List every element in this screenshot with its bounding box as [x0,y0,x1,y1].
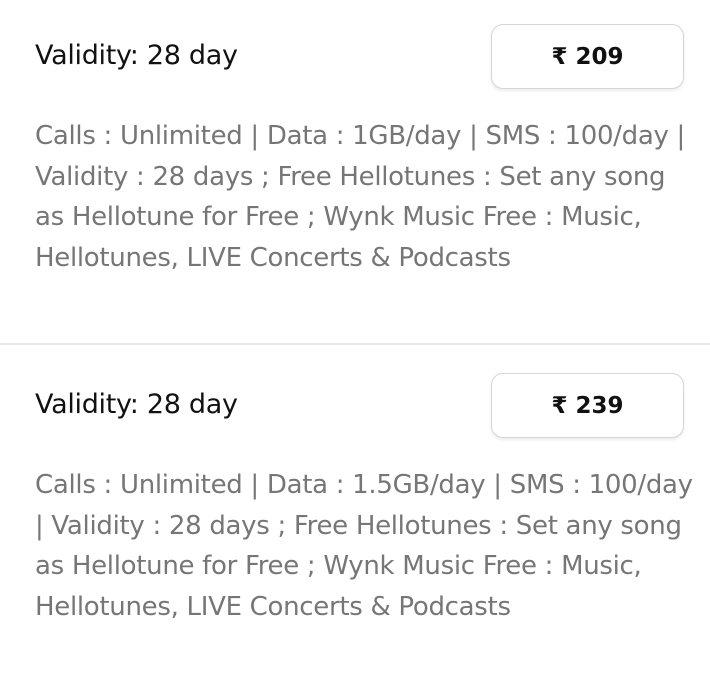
plan-card[interactable]: Validity: 28 day ₹ 239 Calls : Unlimited… [0,349,710,692]
plan-card[interactable]: Validity: 28 day ₹ 209 Calls : Unlimited… [0,0,710,343]
plan-description: Calls : Unlimited | Data : 1.5GB/day | S… [35,470,693,622]
price-button[interactable]: ₹ 209 [491,24,684,89]
plan-validity: Validity: 28 day [35,40,238,71]
plan-description: Calls : Unlimited | Data : 1GB/day | SMS… [35,121,685,273]
price-button[interactable]: ₹ 239 [491,373,684,438]
plan-validity: Validity: 28 day [35,389,238,420]
divider [0,343,710,345]
